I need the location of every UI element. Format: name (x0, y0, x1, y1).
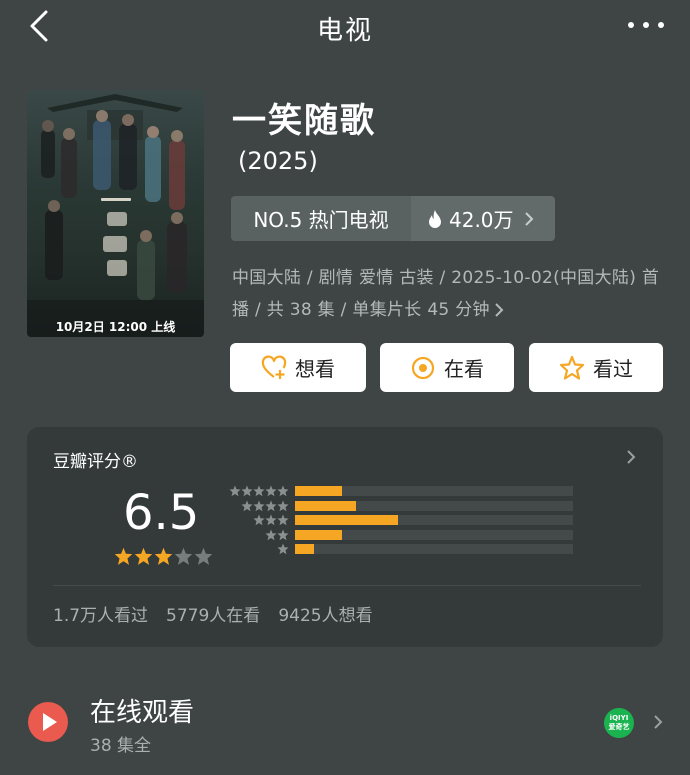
star-empty-icon (194, 547, 213, 565)
online-watch-title: 在线观看 (90, 698, 195, 728)
show-meta-info[interactable]: 中国大陆 / 剧情 爱情 古装 / 2025-10-02(中国大陆) 首播 / … (232, 262, 662, 326)
star-filled-icon (154, 547, 173, 565)
star-small-icon (265, 514, 277, 526)
heat-value: 42.0万 (449, 208, 514, 232)
distribution-row (225, 500, 585, 512)
star-empty-icon (174, 547, 193, 565)
iqiyi-logo-icon: iQIYI 爱奇艺 (604, 708, 634, 738)
rank-label: NO.5 热门电视 (231, 196, 411, 241)
distribution-bar (295, 486, 342, 496)
distribution-stars (225, 543, 289, 555)
episode-count: 38 集全 (90, 736, 152, 756)
distribution-stars (225, 485, 289, 497)
star-small-icon (241, 500, 253, 511)
chevron-right-icon (524, 211, 533, 226)
poster-artwork (27, 94, 204, 337)
rating-stats: 1.7万人看过 5779人在看 9425人想看 (53, 601, 391, 626)
star-small-icon (277, 514, 289, 526)
star-small-icon (265, 500, 277, 511)
star-small-icon (265, 485, 277, 497)
watched-label: 看过 (593, 357, 633, 381)
watching-button[interactable]: 在看 (380, 343, 514, 392)
distribution-bar (295, 515, 398, 525)
distribution-stars (225, 500, 289, 512)
chevron-right-icon (627, 450, 636, 464)
poster-calligraphy (101, 198, 131, 276)
want-to-watch-button[interactable]: 想看 (230, 343, 366, 392)
distribution-bar (295, 529, 342, 540)
show-year: (2025) (238, 147, 318, 175)
heart-plus-icon (261, 355, 287, 379)
show-meta-text: 中国大陆 / 剧情 爱情 古装 / 2025-10-02(中国大陆) 首播 / … (232, 268, 660, 320)
star-outline-icon (559, 355, 585, 380)
stat-watching: 5779人在看 (166, 606, 261, 626)
star-small-icon (277, 485, 289, 497)
online-watch-row[interactable]: 在线观看 38 集全 iQIYI 爱奇艺 (0, 680, 690, 775)
star-small-icon (265, 529, 277, 540)
target-circle-icon (411, 356, 435, 379)
watching-label: 在看 (444, 357, 484, 381)
distribution-row (225, 485, 585, 497)
star-small-icon (277, 500, 289, 511)
want-to-watch-label: 想看 (295, 357, 335, 381)
star-small-icon (229, 485, 241, 497)
rating-card-title: 豆瓣评分® (53, 452, 138, 472)
chevron-right-icon (654, 715, 663, 729)
stat-watched: 1.7万人看过 (53, 606, 149, 626)
distribution-row (225, 514, 585, 526)
chevron-right-icon (495, 303, 504, 317)
top-nav-bar: 电视 (0, 0, 690, 50)
star-small-icon (253, 485, 265, 497)
page-title: 电视 (316, 16, 373, 46)
rating-score: 6.5 (123, 485, 200, 541)
star-small-icon (277, 543, 289, 555)
distribution-stars (225, 514, 289, 526)
divider (53, 585, 641, 586)
poster-image[interactable]: 10月2日 12:00 上线 (27, 90, 204, 337)
rating-stars (114, 547, 214, 566)
rank-heat-badge[interactable]: NO.5 热门电视 42.0万 (231, 196, 555, 241)
play-icon (43, 713, 57, 731)
distribution-row (225, 529, 585, 541)
distribution-track (295, 544, 573, 554)
more-dots-icon (628, 22, 634, 28)
heat-section: 42.0万 (411, 196, 555, 241)
star-small-icon (277, 529, 289, 540)
star-small-icon (253, 514, 265, 526)
distribution-bar (295, 544, 314, 554)
distribution-row (225, 543, 585, 555)
star-filled-icon (134, 547, 153, 565)
flame-icon (429, 209, 441, 228)
watched-button[interactable]: 看过 (529, 343, 663, 392)
show-title: 一笑随歌 (232, 101, 376, 141)
rating-card[interactable]: 豆瓣评分® 6.5 1.7万人看过 5779人在看 9425人想看 (27, 427, 663, 647)
star-filled-icon (114, 547, 133, 565)
distribution-bar (295, 500, 356, 511)
star-small-icon (253, 500, 265, 511)
distribution-stars (225, 529, 289, 541)
stat-want: 9425人想看 (278, 606, 373, 626)
more-button[interactable] (624, 8, 668, 38)
poster-release-caption: 10月2日 12:00 上线 (55, 320, 176, 334)
play-button[interactable] (28, 702, 68, 742)
star-small-icon (241, 485, 253, 497)
